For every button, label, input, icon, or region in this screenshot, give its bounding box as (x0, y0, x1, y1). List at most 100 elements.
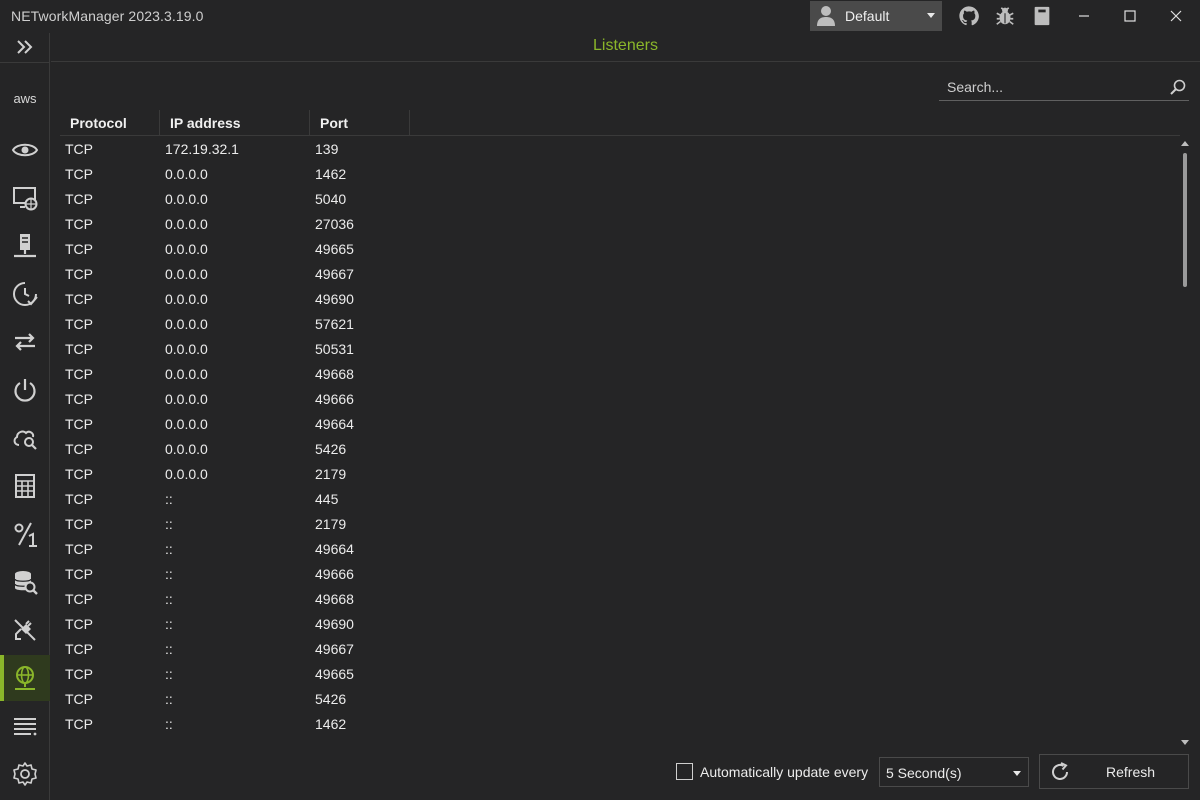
table-row[interactable]: TCP 0.0.0.0 1462 (60, 161, 1180, 186)
sidebar-item-transfer[interactable] (0, 319, 50, 365)
table-row[interactable]: TCP 0.0.0.0 49667 (60, 261, 1180, 286)
table-row[interactable]: TCP:: 49664 (60, 536, 1180, 561)
sidebar-item-calculator[interactable] (0, 463, 50, 509)
port-cell: 5426 (315, 441, 347, 457)
table-row[interactable]: TCP 0.0.0.0 57621 (60, 311, 1180, 336)
table-row[interactable]: TCP 0.0.0.0 50531 (60, 336, 1180, 361)
gear-icon (13, 762, 37, 786)
protocol-cell: TCP (65, 191, 93, 207)
table-row[interactable]: TCP:: 49667 (60, 636, 1180, 661)
port-cell: 49668 (315, 591, 354, 607)
table-row[interactable]: TCP:: 49666 (60, 561, 1180, 586)
sidebar-item-eye[interactable] (0, 127, 50, 173)
ip-address-cell: 0.0.0.0 (165, 191, 208, 207)
table-row[interactable]: TCP:: 445 (60, 486, 1180, 511)
maximize-button[interactable] (1108, 0, 1152, 32)
history-check-icon (13, 282, 38, 306)
ip-address-cell: 0.0.0.0 (165, 466, 208, 482)
sidebar-item-history[interactable] (0, 271, 50, 317)
list-icon (14, 718, 37, 736)
table-row[interactable]: TCP 0.0.0.0 49664 (60, 411, 1180, 436)
ip-address-cell: :: (165, 691, 173, 707)
table-row[interactable]: TCP 172.19.32.1 139 (60, 136, 1180, 161)
ip-address-cell: 0.0.0.0 (165, 216, 208, 232)
expand-sidebar-button[interactable] (0, 33, 50, 61)
sidebar-item-list[interactable] (0, 703, 50, 749)
ip-address-cell: :: (165, 516, 173, 532)
sidebar-item-listeners[interactable] (0, 655, 50, 701)
page-title: Listeners (51, 33, 1200, 62)
table-row[interactable]: TCP 0.0.0.0 5426 (60, 436, 1180, 461)
port-cell: 49668 (315, 366, 354, 382)
server-icon (14, 234, 36, 258)
port-cell: 49664 (315, 541, 354, 557)
table-row[interactable]: TCP 0.0.0.0 5040 (60, 186, 1180, 211)
column-header-protocol[interactable]: Protocol (60, 110, 160, 136)
ip-address-cell: :: (165, 666, 173, 682)
protocol-cell: TCP (65, 341, 93, 357)
column-header-port[interactable]: Port (310, 110, 410, 136)
sidebar-item-database-search[interactable] (0, 559, 50, 605)
github-icon[interactable] (958, 5, 980, 27)
close-button[interactable] (1154, 0, 1198, 32)
port-cell: 50531 (315, 341, 354, 357)
table-row[interactable]: TCP 0.0.0.0 49666 (60, 386, 1180, 411)
profile-select[interactable]: Default (810, 1, 942, 31)
protocol-cell: TCP (65, 541, 93, 557)
sidebar-item-percent[interactable] (0, 511, 50, 557)
table-row[interactable]: TCP 0.0.0.0 49690 (60, 286, 1180, 311)
scroll-up-arrow-icon[interactable] (1181, 141, 1189, 146)
minimize-button[interactable] (1062, 0, 1106, 32)
auto-update-checkbox[interactable] (676, 763, 693, 780)
bug-icon[interactable] (994, 5, 1016, 27)
vertical-scrollbar[interactable] (1180, 139, 1190, 745)
ip-address-cell: 0.0.0.0 (165, 416, 208, 432)
scroll-down-arrow-icon[interactable] (1181, 740, 1189, 745)
table-row[interactable]: TCP:: 49690 (60, 611, 1180, 636)
port-cell: 57621 (315, 316, 354, 332)
scrollbar-thumb[interactable] (1183, 153, 1187, 287)
ip-address-cell: 0.0.0.0 (165, 241, 208, 257)
protocol-cell: TCP (65, 241, 93, 257)
auto-update-label: Automatically update every (700, 764, 869, 780)
table-body: TCP 172.19.32.1 139 TCP 0.0.0.0 1462 TCP 0.0.0.… (60, 136, 1180, 736)
sidebar-item-remote-desktop[interactable] (0, 175, 50, 221)
protocol-cell: TCP (65, 166, 93, 182)
search-icon[interactable] (1169, 78, 1187, 96)
protocol-cell: TCP (65, 466, 93, 482)
table-row[interactable]: TCP 0.0.0.0 27036 (60, 211, 1180, 236)
table-row[interactable]: TCP 0.0.0.0 2179 (60, 461, 1180, 486)
sidebar-item-power[interactable] (0, 367, 50, 413)
ip-address-cell: 0.0.0.0 (165, 291, 208, 307)
ip-address-cell: :: (165, 641, 173, 657)
search-box (939, 75, 1189, 101)
sidebar-item-aws[interactable]: aws (0, 77, 50, 123)
ip-address-cell: 0.0.0.0 (165, 366, 208, 382)
port-cell: 5040 (315, 191, 347, 207)
table-row[interactable]: TCP:: 49665 (60, 661, 1180, 686)
table-row[interactable]: TCP:: 1462 (60, 711, 1180, 736)
transfer-arrows-icon (15, 333, 35, 351)
sidebar-item-cloud-search[interactable] (0, 415, 50, 461)
table-row[interactable]: TCP:: 5426 (60, 686, 1180, 711)
ip-address-cell: :: (165, 491, 173, 507)
protocol-cell: TCP (65, 391, 93, 407)
sidebar-item-plug[interactable] (0, 607, 50, 653)
book-icon[interactable] (1031, 5, 1053, 27)
table-row[interactable]: TCP 0.0.0.0 49668 (60, 361, 1180, 386)
database-search-icon (14, 571, 38, 595)
table-row[interactable]: TCP 0.0.0.0 49665 (60, 236, 1180, 261)
update-interval-select[interactable]: 5 Second(s) (879, 757, 1029, 787)
table-row[interactable]: TCP:: 49668 (60, 586, 1180, 611)
ip-address-cell: 0.0.0.0 (165, 266, 208, 282)
search-input[interactable] (939, 75, 1159, 99)
table-row[interactable]: TCP:: 2179 (60, 511, 1180, 536)
app-title: NETworkManager 2023.3.19.0 (11, 8, 204, 24)
refresh-button[interactable]: Refresh (1039, 754, 1189, 789)
sidebar: aws (0, 33, 50, 800)
title-bar: NETworkManager 2023.3.19.0 Default (0, 0, 1200, 33)
port-cell: 49690 (315, 291, 354, 307)
sidebar-item-server[interactable] (0, 223, 50, 269)
column-header-ip-address[interactable]: IP address (160, 110, 310, 136)
sidebar-item-settings[interactable] (0, 751, 50, 797)
